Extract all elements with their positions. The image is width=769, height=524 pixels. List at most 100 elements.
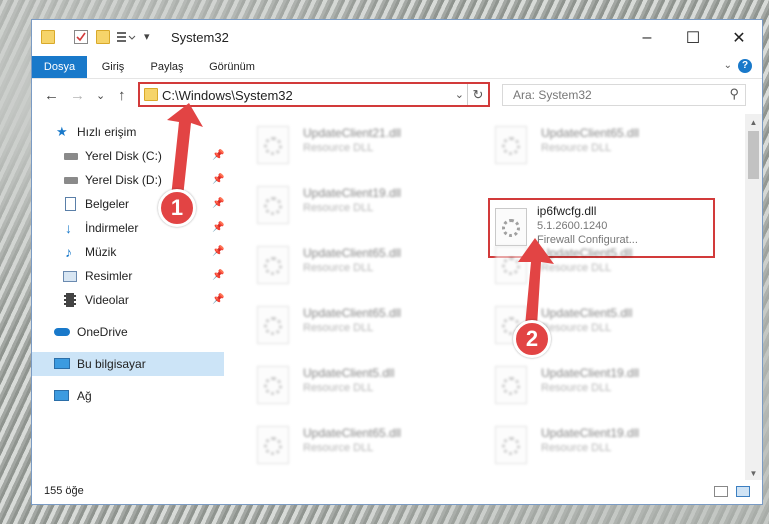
documents-icon xyxy=(65,197,76,211)
item-count: 155 öğe xyxy=(44,485,84,497)
refresh-button[interactable]: ↻ xyxy=(467,84,488,105)
file-tile[interactable]: UpdateClient65.dll Resource DLL xyxy=(229,298,455,350)
explorer-window: ▾ System32 – ☐ ✕ Dosya Giriş Paylaş Görü… xyxy=(31,19,763,505)
close-button[interactable]: ✕ xyxy=(716,20,762,56)
pin-icon[interactable]: 📌 xyxy=(212,288,224,312)
file-tile[interactable]: UpdateClient21.dll Resource DLL xyxy=(229,118,455,170)
gear-icon xyxy=(502,137,520,155)
ribbon-tabs: Dosya Giriş Paylaş Görünüm ⌄ ? xyxy=(32,56,762,79)
pin-icon[interactable]: 📌 xyxy=(212,192,224,216)
dll-file-icon xyxy=(257,426,289,464)
file-tile[interactable]: UpdateClient65.dll Resource DLL xyxy=(229,418,455,470)
cloud-icon xyxy=(54,328,70,336)
videos-icon xyxy=(64,293,76,307)
gear-icon xyxy=(502,257,520,275)
sidebar-item-local-disk-c[interactable]: Yerel Disk (C:) 📌 xyxy=(32,144,224,168)
large-icons-view-icon[interactable] xyxy=(736,486,750,497)
file-tile[interactable]: UpdateClient5.dll Resource DLL xyxy=(467,298,693,350)
search-icon: ⚲ xyxy=(729,86,739,101)
back-button[interactable]: ← xyxy=(44,87,59,104)
pin-icon[interactable]: 📌 xyxy=(212,216,224,240)
file-tile[interactable]: UpdateClient65.dll Resource DLL xyxy=(467,118,693,170)
properties-icon[interactable] xyxy=(74,30,88,44)
dll-file-icon xyxy=(495,126,527,164)
gear-icon xyxy=(264,317,282,335)
star-icon: ★ xyxy=(56,124,68,139)
pictures-icon xyxy=(63,271,77,282)
sidebar-item-this-pc[interactable]: Bu bilgisayar xyxy=(32,352,224,376)
customize-toolbar-icon[interactable]: ▾ xyxy=(144,30,158,44)
sidebar-item-network[interactable]: Ağ xyxy=(32,384,224,408)
window-title: System32 xyxy=(171,30,229,45)
sidebar-item-downloads[interactable]: ↓ İndirmeler 📌 xyxy=(32,216,224,240)
file-version: 5.1.2600.1240 xyxy=(537,220,608,232)
gear-icon xyxy=(264,137,282,155)
gear-icon xyxy=(502,377,520,395)
gear-icon xyxy=(264,377,282,395)
chevron-down-icon[interactable]: ⌄ xyxy=(455,88,464,101)
search-placeholder: Ara: System32 xyxy=(513,88,592,102)
new-folder-icon[interactable] xyxy=(96,30,110,44)
pin-icon[interactable]: 📌 xyxy=(212,144,224,168)
dll-file-icon xyxy=(495,246,527,284)
forward-button[interactable]: → xyxy=(70,87,85,104)
minimize-button[interactable]: – xyxy=(624,20,670,56)
vertical-scrollbar[interactable]: ▲ ▼ xyxy=(745,114,762,482)
callout-step-2: 2 xyxy=(513,320,551,358)
maximize-button[interactable]: ☐ xyxy=(670,20,716,56)
drive-icon xyxy=(64,153,78,160)
details-view-icon[interactable] xyxy=(714,486,728,497)
sidebar-item-music[interactable]: ♪ Müzik 📌 xyxy=(32,240,224,264)
navigation-pane: ★ Hızlı erişim Yerel Disk (C:) 📌 Yerel D… xyxy=(32,114,224,482)
callout-step-1: 1 xyxy=(158,189,196,227)
sidebar-item-onedrive[interactable]: OneDrive xyxy=(32,320,224,344)
file-tile[interactable]: UpdateClient19.dll Resource DLL xyxy=(467,418,693,470)
dll-file-icon xyxy=(495,366,527,404)
network-icon xyxy=(54,390,69,401)
dll-file-icon xyxy=(495,426,527,464)
tab-file[interactable]: Dosya xyxy=(32,56,87,78)
pin-icon[interactable]: 📌 xyxy=(212,264,224,288)
dll-file-icon xyxy=(257,186,289,224)
recent-locations-button[interactable]: ⌄ xyxy=(96,89,105,102)
dll-file-icon xyxy=(257,246,289,284)
drive-icon xyxy=(64,177,78,184)
sidebar-item-quick-access[interactable]: ★ Hızlı erişim xyxy=(32,120,224,144)
download-icon: ↓ xyxy=(65,220,72,236)
tab-home[interactable]: Giriş xyxy=(89,56,137,78)
status-bar: 155 öğe xyxy=(32,480,762,504)
dll-file-icon xyxy=(257,126,289,164)
file-tile[interactable]: UpdateClient19.dll Resource DLL xyxy=(229,178,455,230)
file-name: ip6fwcfg.dll xyxy=(537,204,597,218)
scroll-thumb[interactable] xyxy=(748,131,759,179)
gear-icon xyxy=(264,257,282,275)
tab-share[interactable]: Paylaş xyxy=(140,56,194,78)
sidebar-item-pictures[interactable]: Resimler 📌 xyxy=(32,264,224,288)
music-icon: ♪ xyxy=(65,244,72,260)
navigation-bar: ← → ⌄ ↑ C:\Windows\System32 ⌄ ↻ Ara: Sys… xyxy=(32,79,762,113)
title-bar: ▾ System32 – ☐ ✕ xyxy=(32,20,762,56)
pin-icon[interactable]: 📌 xyxy=(212,240,224,264)
sidebar-item-local-disk-d[interactable]: Yerel Disk (D:) 📌 xyxy=(32,168,224,192)
up-button[interactable]: ↑ xyxy=(118,87,126,104)
tab-view[interactable]: Görünüm xyxy=(200,56,264,78)
search-box[interactable]: Ara: System32 ⚲ xyxy=(502,84,746,106)
folder-icon xyxy=(41,30,55,44)
file-list: UpdateClient21.dll Resource DLL UpdateCl… xyxy=(225,114,746,482)
file-tile[interactable]: UpdateClient19.dll Resource DLL xyxy=(467,358,693,410)
dll-file-icon xyxy=(257,366,289,404)
file-tile[interactable]: UpdateClient5.dll Resource DLL xyxy=(467,238,693,290)
pin-icon[interactable]: 📌 xyxy=(212,168,224,192)
address-bar[interactable]: C:\Windows\System32 ⌄ ↻ xyxy=(138,82,490,107)
gear-icon xyxy=(502,437,520,455)
help-button[interactable]: ? xyxy=(738,59,752,73)
ribbon-expand-icon[interactable]: ⌄ xyxy=(724,60,732,71)
view-options-icon[interactable] xyxy=(116,30,136,44)
computer-icon xyxy=(54,358,70,369)
sidebar-item-videos[interactable]: Videolar 📌 xyxy=(32,288,224,312)
gear-icon xyxy=(264,437,282,455)
file-tile[interactable]: UpdateClient65.dll Resource DLL xyxy=(229,238,455,290)
address-path: C:\Windows\System32 xyxy=(162,88,293,103)
file-tile[interactable]: UpdateClient5.dll Resource DLL xyxy=(229,358,455,410)
scroll-up-icon[interactable]: ▲ xyxy=(745,114,762,131)
